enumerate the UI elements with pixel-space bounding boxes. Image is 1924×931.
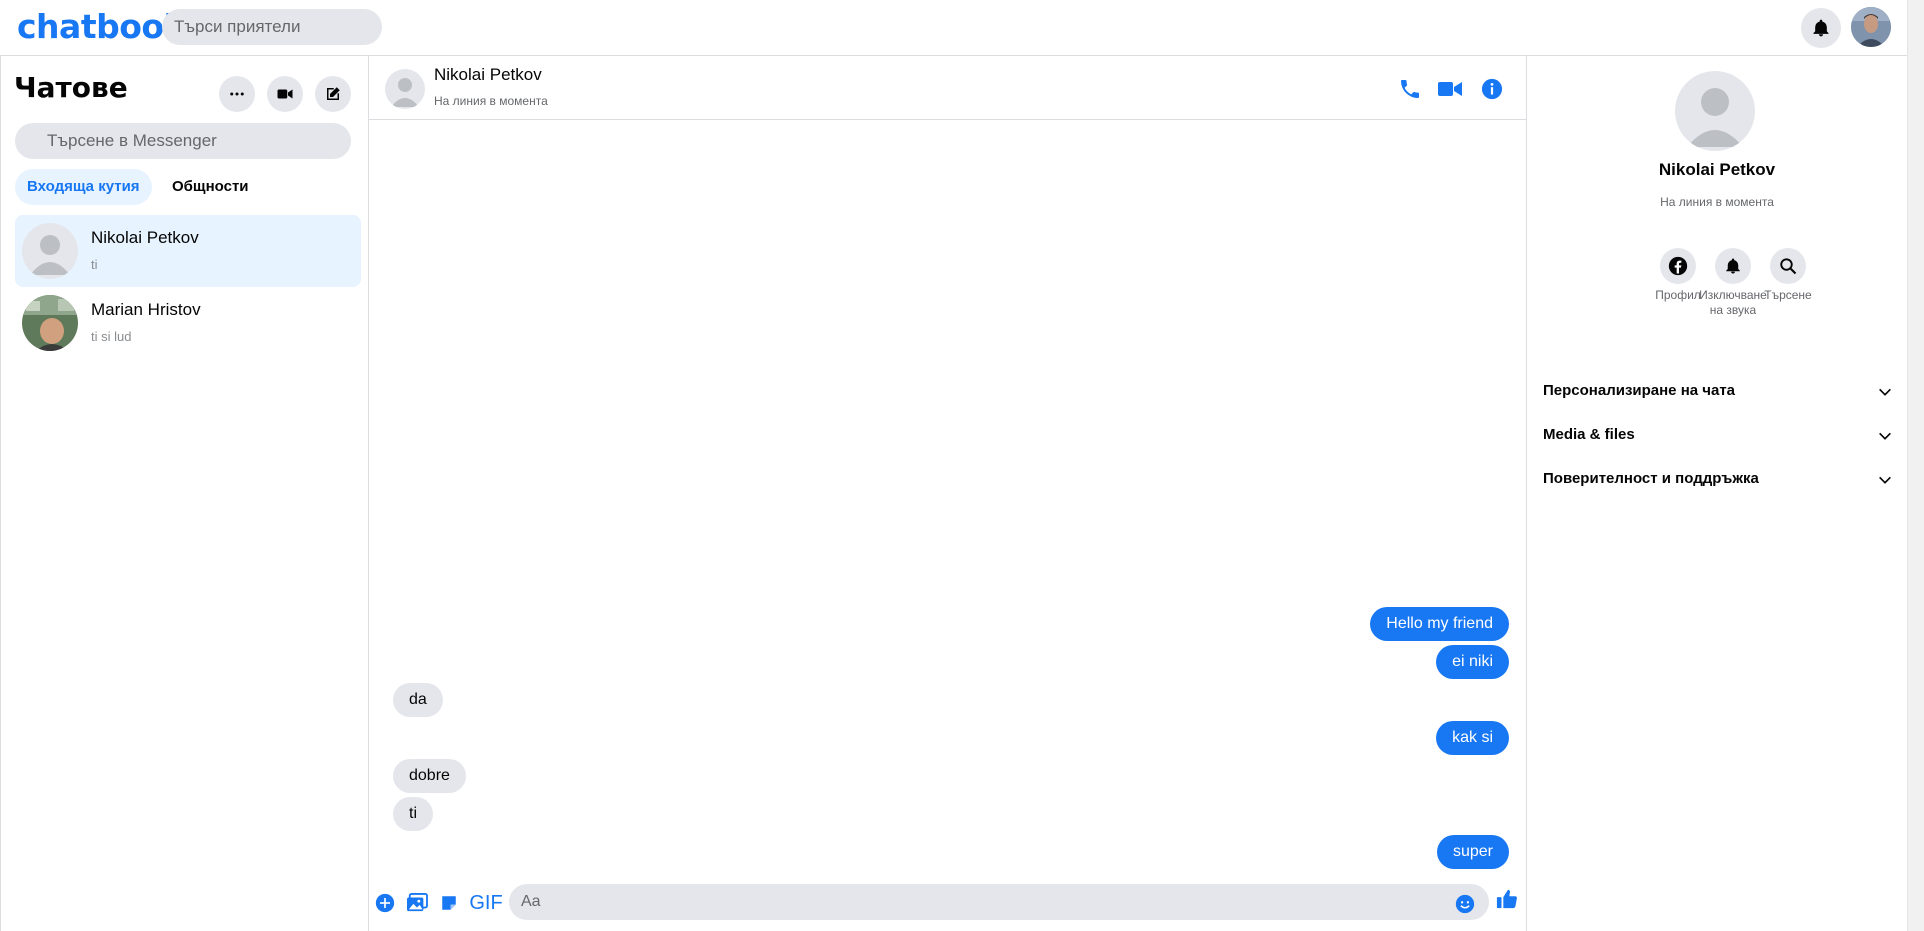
tab-inbox[interactable]: Входяща кутия — [15, 169, 152, 205]
accordion-title: Поверителност и поддръжка — [1543, 470, 1759, 487]
chevron-down-icon — [1879, 432, 1891, 440]
accordion-media-files[interactable]: Media & files — [1543, 416, 1893, 456]
search-icon — [1780, 258, 1797, 275]
avatar — [22, 223, 78, 279]
sticker-button[interactable] — [439, 891, 459, 915]
avatar — [22, 295, 78, 351]
accordion-customize-chat[interactable]: Персонализиране на чата — [1543, 372, 1893, 412]
sticker-icon — [442, 896, 456, 910]
gif-button[interactable]: GIF — [469, 891, 503, 915]
new-video-call-button[interactable] — [267, 76, 303, 112]
info-icon — [1481, 78, 1503, 100]
conversation-details-panel: Nikolai Petkov На линия в момента Профил… — [1527, 56, 1907, 931]
accordion-title: Media & files — [1543, 426, 1635, 443]
page-scrollbar[interactable] — [1907, 0, 1924, 931]
message-bubble-outgoing: ei niki — [1436, 645, 1509, 679]
search-label: Търсене — [1764, 288, 1812, 302]
message-bubble-incoming: da — [393, 683, 443, 717]
profile-button[interactable] — [1660, 248, 1696, 284]
video-icon — [277, 89, 293, 99]
top-bar: chatbook — [0, 0, 1907, 56]
friend-search-input[interactable] — [162, 9, 382, 45]
message-bubble-outgoing: super — [1436, 835, 1509, 869]
more-options-button[interactable] — [219, 76, 255, 112]
search-in-conversation-button[interactable] — [1770, 248, 1806, 284]
chat-item-nikolai[interactable]: Nikolai Petkov ti — [15, 215, 361, 287]
mute-button[interactable] — [1715, 248, 1751, 284]
phone-icon — [1401, 80, 1419, 98]
more-actions-button[interactable] — [374, 891, 396, 915]
image-icon — [407, 893, 428, 912]
conversation-name: Nikolai Petkov — [434, 65, 542, 84]
accordion-privacy-support[interactable]: Поверителност и поддръжка — [1543, 460, 1893, 500]
like-icon — [1496, 889, 1517, 909]
message-composer: GIF — [369, 878, 1527, 928]
chat-preview: ti — [91, 257, 98, 272]
facebook-icon — [1668, 256, 1688, 276]
chevron-down-icon — [1879, 476, 1891, 484]
messenger-search-input[interactable] — [15, 123, 351, 159]
audio-call-button[interactable] — [1397, 76, 1423, 102]
search-action[interactable]: Търсене — [1753, 248, 1823, 303]
conversation-info-button[interactable] — [1479, 76, 1505, 102]
bell-icon — [1726, 258, 1740, 274]
details-name: Nikolai Petkov — [1658, 160, 1776, 179]
more-icon — [230, 92, 244, 96]
emoji-button[interactable] — [1454, 892, 1476, 916]
avatar[interactable] — [385, 69, 425, 109]
chats-title: Чатове — [14, 71, 128, 104]
details-status: На линия в момента — [1660, 195, 1774, 209]
chat-item-marian[interactable]: Marian Hristov ti si lud — [15, 287, 361, 359]
conversation-header: Nikolai Petkov На линия в момента — [369, 56, 1527, 120]
video-icon — [1438, 82, 1462, 96]
conversation-panel: Nikolai Petkov На линия в момента Hello … — [369, 56, 1527, 931]
chat-list-panel: Чатове Входяща кутия Общности Nikolai Pe… — [0, 56, 369, 931]
tab-communities[interactable]: Общности — [160, 169, 261, 205]
compose-icon — [327, 87, 340, 100]
user-avatar[interactable] — [1851, 7, 1891, 47]
attach-image-button[interactable] — [405, 891, 429, 915]
chat-name: Marian Hristov — [91, 300, 201, 319]
new-message-button[interactable] — [315, 76, 351, 112]
accordion-title: Персонализиране на чата — [1543, 382, 1736, 399]
video-call-button[interactable] — [1437, 76, 1463, 102]
message-bubble-incoming: dobre — [393, 759, 466, 793]
message-bubble-incoming: ti — [393, 797, 433, 831]
message-bubble-outgoing: kak si — [1436, 721, 1509, 755]
plus-circle-icon — [375, 893, 395, 913]
message-bubble-outgoing: Hello my friend — [1370, 607, 1509, 641]
conversation-status: На линия в момента — [434, 94, 548, 108]
notifications-button[interactable] — [1801, 8, 1841, 48]
app-logo[interactable]: chatbook — [17, 7, 186, 46]
bell-icon — [1813, 19, 1829, 37]
avatar — [1675, 71, 1755, 151]
chat-preview: ti si lud — [91, 329, 132, 344]
message-input[interactable] — [509, 884, 1489, 920]
chat-name: Nikolai Petkov — [91, 228, 199, 247]
send-like-button[interactable] — [1495, 887, 1519, 911]
chevron-down-icon — [1879, 388, 1891, 396]
emoji-icon — [1455, 894, 1475, 914]
